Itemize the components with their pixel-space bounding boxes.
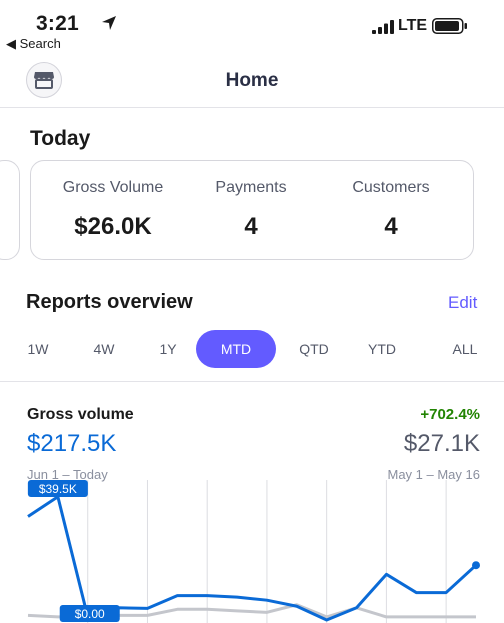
chart-label-max: $39.5K — [27, 480, 88, 497]
status-time: 3:21 — [36, 12, 79, 35]
edit-button[interactable]: Edit — [448, 293, 477, 313]
tab-qtd[interactable]: QTD — [294, 330, 334, 368]
cellular-signal-icon — [372, 20, 394, 34]
today-summary-card[interactable]: Gross Volume $26.0K Payments 4 Customers… — [30, 160, 474, 260]
metric-label: Customers — [352, 179, 430, 196]
chart-label-text: $0.00 — [75, 607, 105, 621]
previous-card-stub[interactable] — [0, 160, 20, 260]
tab-4w[interactable]: 4W — [84, 330, 124, 368]
battery-icon — [432, 18, 467, 34]
reports-overview-heading: Reports overview — [26, 291, 193, 313]
gross-volume-chart[interactable]: $39.5K $0.00 — [0, 480, 504, 623]
chart-label-text: $39.5K — [39, 482, 77, 496]
tab-mtd[interactable]: MTD — [196, 330, 276, 368]
gross-volume-value: $217.5K — [27, 430, 117, 457]
tab-all[interactable]: ALL — [445, 330, 485, 368]
today-heading: Today — [30, 127, 91, 150]
tab-ytd[interactable]: YTD — [362, 330, 402, 368]
metric-customers: Customers 4 — [317, 179, 465, 241]
gross-volume-heading: Gross volume — [27, 406, 134, 423]
tab-1w[interactable]: 1W — [18, 330, 58, 368]
gross-volume-previous-value: $27.1K — [403, 430, 480, 457]
page-title: Home — [225, 70, 279, 91]
metric-label: Gross Volume — [62, 179, 164, 196]
period-tabs: 1W 4W 1Y MTD QTD YTD ALL — [0, 330, 504, 370]
metric-payments: Payments 4 — [177, 179, 325, 241]
gross-volume-change: +702.4% — [420, 406, 480, 423]
nav-bar: Home — [0, 52, 504, 108]
carrier-label: LTE — [398, 17, 428, 34]
metric-value: 4 — [384, 213, 398, 240]
chart-series-current — [27, 495, 478, 622]
location-arrow-icon — [102, 16, 116, 30]
chart-label-min: $0.00 — [59, 605, 120, 622]
tab-1y[interactable]: 1Y — [148, 330, 188, 368]
section-divider — [0, 381, 504, 382]
metric-value: $26.0K — [74, 213, 152, 240]
metric-label: Payments — [215, 179, 287, 196]
status-bar: 3:21 ◀ Search LTE — [0, 0, 504, 52]
back-to-search-link[interactable]: ◀ Search — [6, 36, 61, 52]
chart-point-latest — [472, 561, 480, 570]
metric-value: 4 — [244, 213, 258, 240]
metric-gross-volume: Gross Volume $26.0K — [39, 179, 187, 241]
